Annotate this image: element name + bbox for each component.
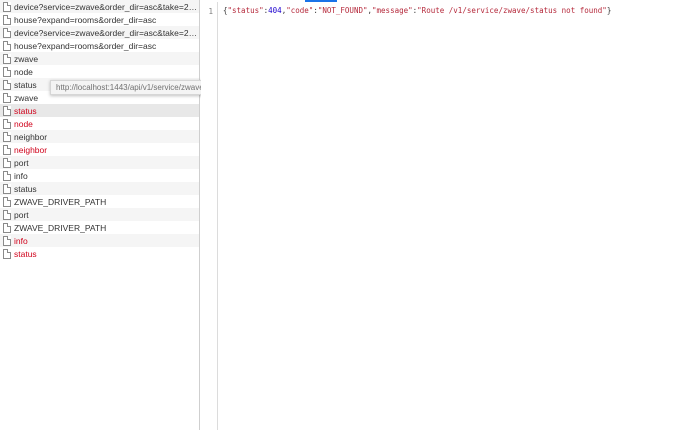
document-icon: [3, 118, 11, 129]
document-icon: [3, 92, 11, 103]
request-name: ZWAVE_DRIVER_PATH: [14, 222, 107, 233]
json-token: "message": [372, 6, 413, 15]
request-row[interactable]: ZWAVE_DRIVER_PATH: [0, 221, 199, 234]
document-icon: [3, 157, 11, 168]
request-row[interactable]: port: [0, 208, 199, 221]
json-token: "code": [286, 6, 314, 15]
request-row[interactable]: house?expand=rooms&order_dir=asc: [0, 13, 199, 26]
request-name: status: [14, 183, 37, 194]
request-name: neighbor: [14, 144, 48, 155]
json-token: "status": [227, 6, 264, 15]
response-json-line[interactable]: {"status":404,"code":"NOT_FOUND","messag…: [223, 6, 611, 15]
request-row[interactable]: ZWAVE_DRIVER_PATH: [0, 195, 199, 208]
request-name: port: [14, 157, 29, 168]
request-name: ZWAVE_DRIVER_PATH: [14, 196, 107, 207]
document-icon: [3, 209, 11, 220]
request-name: zwave: [14, 53, 39, 64]
document-icon: [3, 79, 11, 90]
request-row[interactable]: port: [0, 156, 199, 169]
request-row[interactable]: info: [0, 234, 199, 247]
request-row[interactable]: status: [0, 182, 199, 195]
request-row[interactable]: neighbor: [0, 130, 199, 143]
request-name: node: [14, 118, 33, 129]
request-row[interactable]: info: [0, 169, 199, 182]
request-name: status: [14, 79, 37, 90]
document-icon: [3, 248, 11, 259]
request-row[interactable]: neighbor: [0, 143, 199, 156]
json-token: 404: [268, 6, 282, 15]
document-icon: [3, 14, 11, 25]
line-gutter: 1: [201, 2, 218, 430]
request-row[interactable]: node: [0, 65, 199, 78]
document-icon: [3, 131, 11, 142]
document-icon: [3, 27, 11, 38]
request-name: device?service=zwave&order_dir=asc&take=…: [14, 27, 199, 38]
document-icon: [3, 222, 11, 233]
json-token: }: [606, 6, 612, 15]
document-icon: [3, 66, 11, 77]
document-icon: [3, 105, 11, 116]
line-number: 1: [208, 7, 213, 16]
document-icon: [3, 40, 11, 51]
request-name: status: [14, 105, 37, 116]
json-token: "Route /v1/service/zwave/status not foun…: [417, 6, 607, 15]
request-list: device?service=zwave&order_dir=asc&take=…: [0, 0, 200, 430]
request-name: house?expand=rooms&order_dir=asc: [14, 40, 157, 51]
request-row[interactable]: zwave: [0, 52, 199, 65]
request-name: info: [14, 170, 28, 181]
document-icon: [3, 170, 11, 181]
json-token: "NOT_FOUND": [317, 6, 368, 15]
document-icon: [3, 53, 11, 64]
request-row[interactable]: device?service=zwave&order_dir=asc&take=…: [0, 26, 199, 39]
document-icon: [3, 235, 11, 246]
active-tab-indicator: [305, 0, 337, 2]
document-icon: [3, 183, 11, 194]
request-name: house?expand=rooms&order_dir=asc: [14, 14, 157, 25]
request-name: device?service=zwave&order_dir=asc&take=…: [14, 1, 199, 12]
request-name: status: [14, 248, 37, 259]
document-icon: [3, 196, 11, 207]
request-row[interactable]: device?service=zwave&order_dir=asc&take=…: [0, 0, 199, 13]
request-row[interactable]: status: [0, 247, 199, 260]
request-name: zwave: [14, 92, 39, 103]
request-name: node: [14, 66, 33, 77]
request-name: port: [14, 209, 29, 220]
document-icon: [3, 1, 11, 12]
response-pane: 1 {"status":404,"code":"NOT_FOUND","mess…: [201, 0, 690, 430]
request-row[interactable]: status: [0, 104, 199, 117]
request-row[interactable]: house?expand=rooms&order_dir=asc: [0, 39, 199, 52]
document-icon: [3, 144, 11, 155]
request-name: info: [14, 235, 28, 246]
request-name: neighbor: [14, 131, 48, 142]
request-row[interactable]: node: [0, 117, 199, 130]
